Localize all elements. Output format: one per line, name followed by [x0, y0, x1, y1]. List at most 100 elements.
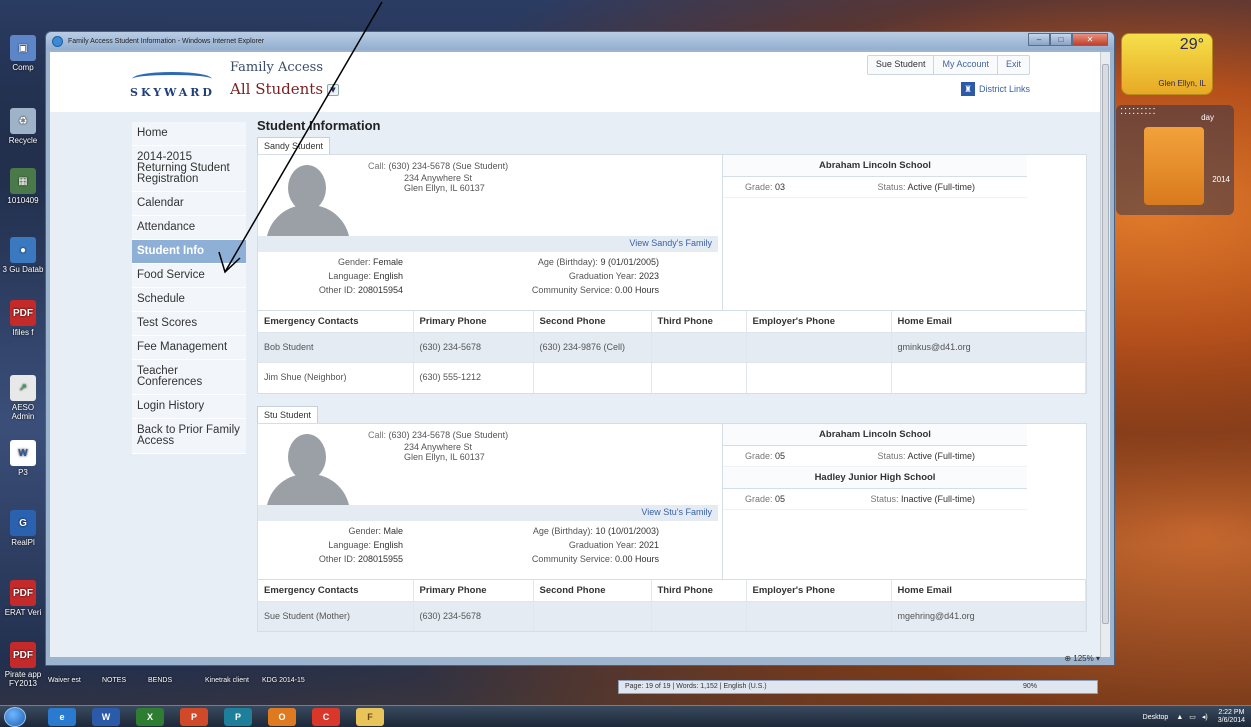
sidebar-item-calendar[interactable]: Calendar — [132, 192, 246, 216]
word-status-text: Page: 19 of 19 | Words: 1,152 | English … — [625, 683, 767, 690]
view-family-link[interactable]: View Stu's Family — [258, 504, 718, 521]
column-header[interactable]: Home Email — [891, 578, 1086, 601]
sidebar-item-registration[interactable]: 2014-2015 Returning Student Registration — [132, 146, 246, 192]
calendar-day-label: day — [1201, 113, 1214, 122]
desktop-icon-word-doc[interactable]: W P3 — [2, 440, 44, 477]
clock-time: 2:22 PM — [1218, 709, 1245, 716]
desktop-icon-label[interactable]: Kinetrak client — [205, 677, 249, 684]
sidebar-item-teacher-conferences[interactable]: Teacher Conferences — [132, 360, 246, 395]
column-header[interactable]: Primary Phone — [413, 310, 534, 333]
table-cell — [533, 362, 652, 393]
call-value: (630) 234-5678 (Sue Student) — [388, 161, 509, 171]
pdf-icon: PDF — [10, 300, 36, 326]
outlook-icon[interactable]: O — [268, 708, 296, 726]
window-titlebar[interactable]: Family Access Student Information - Wind… — [46, 32, 1114, 50]
community-label: Community Service: — [531, 285, 613, 295]
table-row: Sue Student (Mother) (630) 234-5678 mgeh… — [258, 600, 1086, 631]
student-tab[interactable]: Sandy Student — [257, 137, 331, 154]
realplayer-icon: G — [10, 510, 36, 536]
sidebar-item-test-scores[interactable]: Test Scores — [132, 312, 246, 336]
sidebar-item-login-history[interactable]: Login History — [132, 395, 246, 419]
skyward-logo[interactable]: SKYWARD — [130, 70, 220, 100]
table-cell: mgehring@d41.org — [891, 600, 1086, 631]
weather-gadget[interactable]: 29° Glen Ellyn, IL — [1121, 33, 1213, 95]
zoom-level[interactable]: ⊕ 125% ▾ — [1064, 654, 1100, 663]
desktop-icon-realplayer[interactable]: G RealPl — [2, 510, 44, 547]
column-header[interactable]: Home Email — [891, 310, 1086, 333]
school-name: Hadley Junior High School — [723, 466, 1027, 489]
word-zoom[interactable]: 90% — [1023, 683, 1037, 690]
excel-icon[interactable]: X — [136, 708, 164, 726]
district-links[interactable]: ♜ District Links — [960, 82, 1030, 96]
desktop-icon-label[interactable]: KDG 2014-15 — [262, 677, 305, 684]
internet-explorer-icon — [52, 35, 63, 47]
column-header[interactable]: Second Phone — [533, 310, 652, 333]
maximize-button[interactable]: □ — [1050, 33, 1072, 46]
scrollbar-thumb[interactable] — [1102, 64, 1109, 624]
sidebar-nav: Home 2014-2015 Returning Student Registr… — [132, 122, 246, 454]
grade-label: Grade: — [745, 493, 773, 504]
start-button[interactable] — [4, 707, 26, 727]
view-family-link[interactable]: View Sandy's Family — [258, 236, 718, 252]
student-tab[interactable]: Stu Student — [257, 405, 319, 423]
student-contact: Call: (630) 234-5678 (Sue Student) 234 A… — [368, 161, 508, 193]
emergency-contacts-table: Emergency Contacts Primary Phone Second … — [258, 310, 1086, 393]
desktop-icon-label[interactable]: BENDS — [148, 677, 172, 684]
column-header[interactable]: Second Phone — [533, 578, 652, 601]
desktop-icon-pdf-files[interactable]: PDF Ifiles f — [2, 300, 44, 337]
desktop-icon-aeso[interactable]: ↗ AESO Admin — [2, 375, 44, 421]
column-header[interactable]: Employer's Phone — [746, 310, 892, 333]
language-value: English — [373, 271, 403, 281]
sidebar-item-home[interactable]: Home — [132, 122, 246, 146]
student-photo-placeholder — [258, 423, 358, 505]
desktop-toolbar-label[interactable]: Desktop — [1143, 714, 1169, 721]
column-header[interactable]: Emergency Contacts — [258, 578, 414, 601]
desktop-icon-computer[interactable]: ▣ Comp — [2, 35, 44, 72]
column-header[interactable]: Third Phone — [651, 310, 747, 333]
sidebar-item-food-service[interactable]: Food Service — [132, 264, 246, 288]
desktop-icon-1010409[interactable]: ▦ 1010409 — [2, 168, 44, 205]
language-label: Language: — [328, 271, 371, 281]
word-status-bar: Page: 19 of 19 | Words: 1,152 | English … — [618, 680, 1098, 694]
internet-explorer-icon[interactable]: e — [48, 708, 76, 726]
file-icon: ▦ — [10, 168, 36, 194]
table-cell: Jim Shue (Neighbor) — [258, 362, 414, 393]
other-id-value: 208015955 — [357, 553, 403, 564]
close-button[interactable]: ✕ — [1072, 33, 1108, 46]
column-header[interactable]: Third Phone — [651, 578, 747, 601]
my-account-link[interactable]: My Account — [934, 56, 998, 74]
system-clock[interactable]: 2:22 PM 3/6/2014 — [1218, 709, 1245, 725]
sidebar-item-attendance[interactable]: Attendance — [132, 216, 246, 240]
system-tray: Desktop ▲ ▭ ◂) 2:22 PM 3/6/2014 — [1143, 709, 1245, 725]
student-selector[interactable]: All Students ▼ — [230, 80, 340, 98]
sidebar-item-back-to-prior[interactable]: Back to Prior Family Access — [132, 419, 246, 454]
student-summary: Call: (630) 234-5678 (Sue Student) 234 A… — [258, 155, 1086, 310]
desktop-icon-label[interactable]: NOTES — [102, 677, 126, 684]
column-header[interactable]: Employer's Phone — [746, 578, 892, 601]
volume-icon[interactable]: ◂) — [1202, 713, 1208, 721]
network-icon[interactable]: ▭ — [1189, 713, 1196, 721]
word-icon[interactable]: W — [92, 708, 120, 726]
chevron-down-icon[interactable]: ▼ — [327, 84, 340, 96]
powerpoint-icon[interactable]: P — [180, 708, 208, 726]
desktop-icon-erat[interactable]: PDF ERAT Veri — [2, 580, 44, 617]
column-header[interactable]: Primary Phone — [413, 578, 534, 601]
chrome-icon[interactable]: C — [312, 708, 340, 726]
desktop-icon-label[interactable]: Waiver est — [48, 677, 81, 684]
grade-value: 03 — [775, 182, 786, 192]
desktop-icon-recycle[interactable]: ♻ Recycle — [2, 108, 44, 145]
publisher-icon[interactable]: P — [224, 708, 252, 726]
sidebar-item-student-info[interactable]: Student Info — [132, 240, 246, 264]
calendar-gadget[interactable]: ::::::::: day 2014 — [1116, 105, 1234, 215]
grade-value: 05 — [775, 450, 786, 461]
sidebar-item-fee-management[interactable]: Fee Management — [132, 336, 246, 360]
sidebar-item-schedule[interactable]: Schedule — [132, 288, 246, 312]
column-header[interactable]: Emergency Contacts — [258, 310, 414, 333]
vertical-scrollbar[interactable] — [1100, 52, 1110, 657]
folder-icon[interactable]: F — [356, 708, 384, 726]
show-hidden-icons-icon[interactable]: ▲ — [1176, 714, 1183, 721]
minimize-button[interactable]: – — [1028, 33, 1050, 46]
exit-link[interactable]: Exit — [998, 56, 1029, 74]
table-cell — [533, 600, 652, 631]
desktop-icon-database[interactable]: ● 3 Gu Datab — [2, 237, 44, 274]
